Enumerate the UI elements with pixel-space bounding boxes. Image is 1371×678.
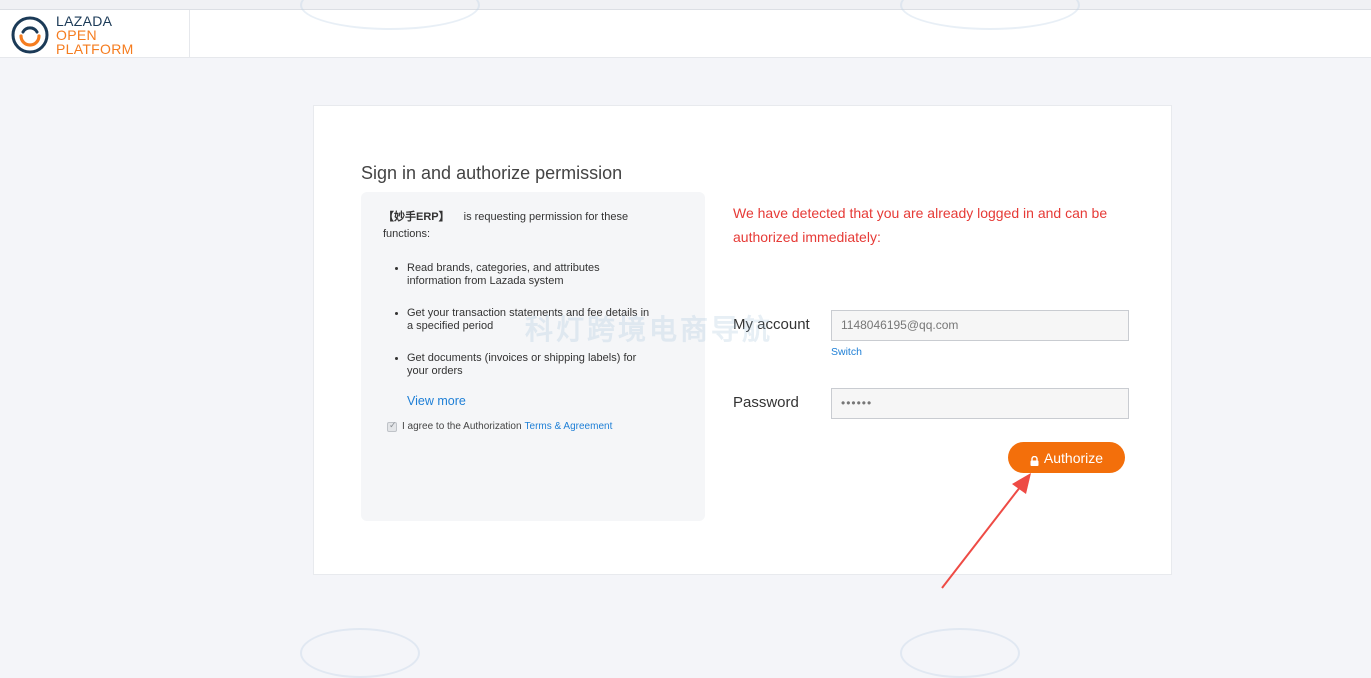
logo-wordmark: LAZADA OPEN PLATFORM <box>56 14 134 56</box>
lock-icon <box>1030 453 1039 466</box>
header-divider <box>189 10 190 58</box>
app-name: 【妙手ERP】 <box>383 211 450 223</box>
watermark-circle <box>300 628 420 678</box>
account-label: My account <box>733 316 810 333</box>
already-logged-in-message: We have detected that you are already lo… <box>733 205 1108 245</box>
agree-checkbox[interactable] <box>387 420 397 432</box>
logo-line-lazada: LAZADA <box>56 13 113 29</box>
logo-line-platform: PLATFORM <box>56 41 134 57</box>
view-more-link[interactable]: View more <box>407 394 466 408</box>
authorize-button[interactable]: Authorize <box>1008 442 1125 473</box>
terms-agreement-link[interactable]: Terms & Agreement <box>525 421 613 432</box>
authorize-button-label: Authorize <box>1043 449 1104 466</box>
page-title: Sign in and authorize permission <box>361 163 623 183</box>
list-item: Read brands, categories, and attributes … <box>395 262 655 288</box>
switch-account-link[interactable]: Switch <box>831 346 862 358</box>
permission-list: Read brands, categories, and attributes … <box>395 262 655 397</box>
authorization-card: Sign in and authorize permission 【妙手ERP】… <box>313 105 1172 575</box>
lazada-open-platform-logo[interactable]: LAZADA OPEN PLATFORM <box>10 13 190 57</box>
lazada-logo-icon <box>10 15 50 55</box>
agree-text: I agree to the Authorization <box>402 421 522 432</box>
permission-intro: 【妙手ERP】 is requesting permission for thes… <box>383 209 643 243</box>
watermark-circle <box>900 628 1020 678</box>
top-border-strip <box>0 0 1371 10</box>
agreement-row: I agree to the Authorization Terms & Agr… <box>387 420 613 432</box>
top-header: LAZADA OPEN PLATFORM <box>0 10 1371 58</box>
permission-panel: 【妙手ERP】 is requesting permission for thes… <box>361 192 705 521</box>
logo-line-open: OPEN <box>56 27 97 43</box>
annotation-arrow <box>941 473 1031 589</box>
list-item: Get documents (invoices or shipping labe… <box>395 352 655 378</box>
password-label: Password <box>733 394 799 411</box>
list-item: Get your transaction statements and fee … <box>395 307 655 333</box>
password-field[interactable]: •••••• <box>831 388 1129 419</box>
account-field[interactable]: 1148046195@qq.com <box>831 310 1129 341</box>
